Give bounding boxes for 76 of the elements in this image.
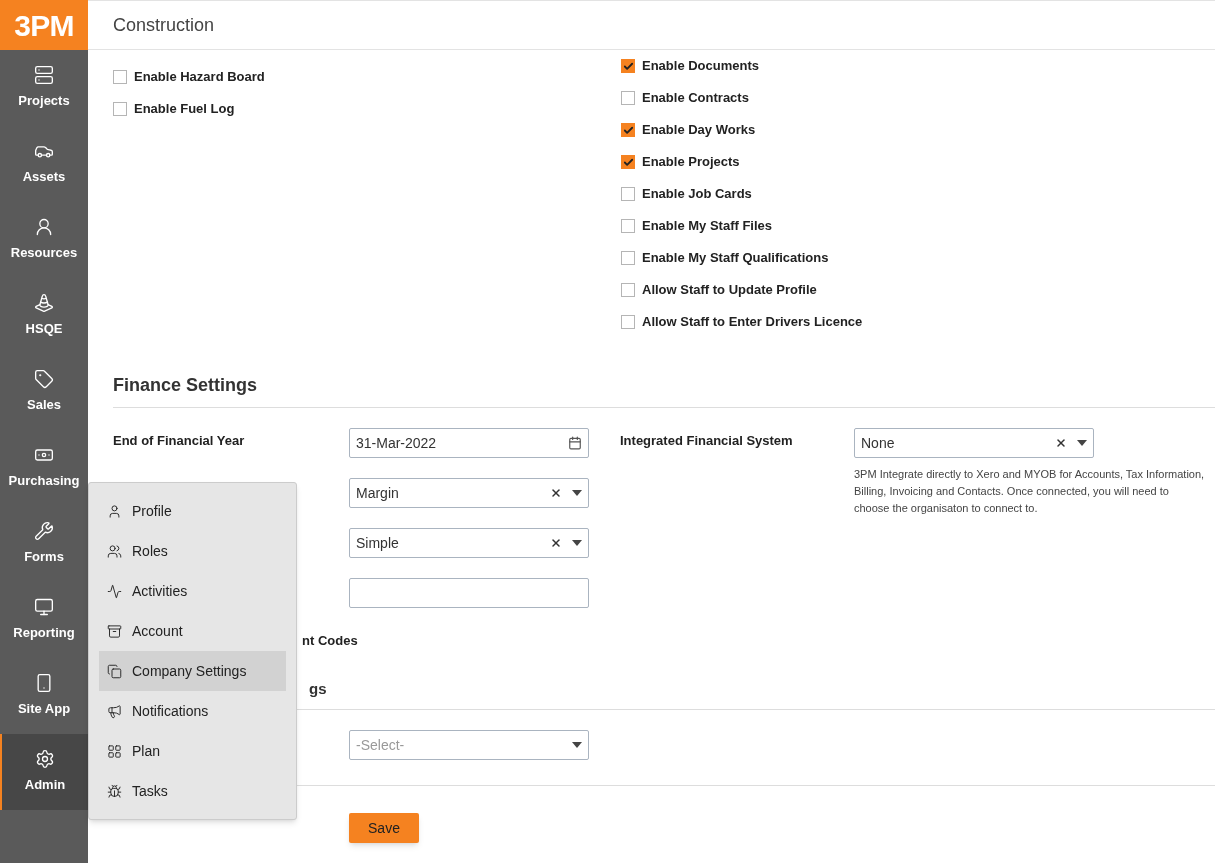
checkbox-label: Enable Hazard Board: [134, 68, 265, 87]
checkbox[interactable]: [621, 283, 635, 297]
checkbox[interactable]: [621, 91, 635, 105]
monitor-icon: [34, 597, 54, 618]
settings-icon: [35, 749, 55, 770]
checkbox-label: Enable Fuel Log: [134, 100, 235, 119]
caret-icon: [572, 540, 582, 546]
checkbox-label: Enable Projects: [642, 153, 740, 172]
bug-icon: [107, 783, 122, 799]
checkbox[interactable]: [621, 187, 635, 201]
caret-icon: [572, 490, 582, 496]
text-field[interactable]: [349, 578, 589, 608]
save-button[interactable]: Save: [349, 813, 419, 843]
sidebar-item[interactable]: Site App: [0, 658, 88, 734]
person-icon: [34, 217, 54, 238]
checkbox-label: Allow Staff to Update Profile: [642, 281, 817, 300]
checkbox-label: Enable Contracts: [642, 89, 749, 108]
checkbox[interactable]: [621, 123, 635, 137]
section-heading: gs: [309, 679, 327, 699]
person-icon: [107, 503, 122, 519]
clear-icon[interactable]: [550, 537, 562, 549]
menu-item[interactable]: Notifications: [99, 691, 286, 731]
sidebar-item[interactable]: Admin: [0, 734, 88, 810]
section-heading: Finance Settings: [113, 375, 258, 395]
checkbox[interactable]: [621, 155, 635, 169]
date-field[interactable]: 31-Mar-2022: [349, 428, 589, 458]
checkbox-label: Allow Staff to Enter Drivers Licence: [642, 313, 863, 332]
field-label: End of Financial Year: [113, 433, 245, 448]
page-title: Construction: [113, 13, 215, 37]
tag-icon: [34, 369, 54, 390]
menu-item[interactable]: Roles: [99, 531, 286, 571]
clear-icon[interactable]: [1055, 437, 1067, 449]
menu-item[interactable]: Profile: [99, 491, 286, 531]
caret-icon: [1077, 440, 1087, 446]
checkbox[interactable]: [621, 315, 635, 329]
checkbox[interactable]: [621, 219, 635, 233]
checkbox-label: Enable Day Works: [642, 121, 756, 140]
checkbox[interactable]: [113, 102, 127, 116]
checkbox[interactable]: [113, 70, 127, 84]
menu-item[interactable]: Account: [99, 611, 286, 651]
sidebar-item[interactable]: Sales: [0, 354, 88, 430]
help-text: 3PM Integrate directly to Xero and MYOB for Accounts, Tax Information, Billing, Invoicing and Contacts. Once connected, you will need to choose the organisaton to connect to.: [854, 467, 1206, 516]
caret-icon: [572, 742, 582, 748]
menu-item[interactable]: Company Settings: [99, 651, 286, 691]
sidebar-item[interactable]: Purchasing: [0, 430, 88, 506]
copy-icon: [107, 663, 122, 679]
field-label: Integrated Financial System: [620, 433, 793, 448]
menu-item[interactable]: Plan: [99, 731, 286, 771]
sidebar-item[interactable]: Reporting: [0, 582, 88, 658]
sidebar-item[interactable]: Forms: [0, 506, 88, 582]
checkbox-label: Enable Documents: [642, 57, 760, 76]
sidebar-item[interactable]: Projects: [0, 50, 88, 126]
people-icon: [107, 543, 122, 559]
sidebar-item[interactable]: Resources: [0, 202, 88, 278]
pulse-icon: [107, 583, 122, 599]
checkbox-label: Enable My Staff Files: [642, 217, 773, 236]
checkbox[interactable]: [621, 59, 635, 73]
megaphone-icon: [107, 703, 122, 719]
cabinet-icon: [107, 623, 122, 639]
grid-icon: [107, 743, 122, 759]
checkbox-label: Enable Job Cards: [642, 185, 752, 204]
wrench-icon: [34, 521, 54, 542]
checkbox-label: Enable My Staff Qualifications: [642, 249, 829, 268]
server-icon: [34, 65, 54, 86]
select-field[interactable]: Simple: [349, 528, 589, 558]
checkbox[interactable]: [621, 251, 635, 265]
sidebar-item[interactable]: Assets: [0, 126, 88, 202]
calendar-icon[interactable]: [568, 436, 582, 450]
field-label: nt Codes: [302, 633, 358, 648]
select-field[interactable]: None: [854, 428, 1094, 458]
select-field[interactable]: Margin: [349, 478, 589, 508]
sidebar-item[interactable]: HSQE: [0, 278, 88, 354]
menu-item[interactable]: Activities: [99, 571, 286, 611]
cone-icon: [34, 293, 54, 314]
clear-icon[interactable]: [550, 487, 562, 499]
menu-item[interactable]: Tasks: [99, 771, 286, 811]
